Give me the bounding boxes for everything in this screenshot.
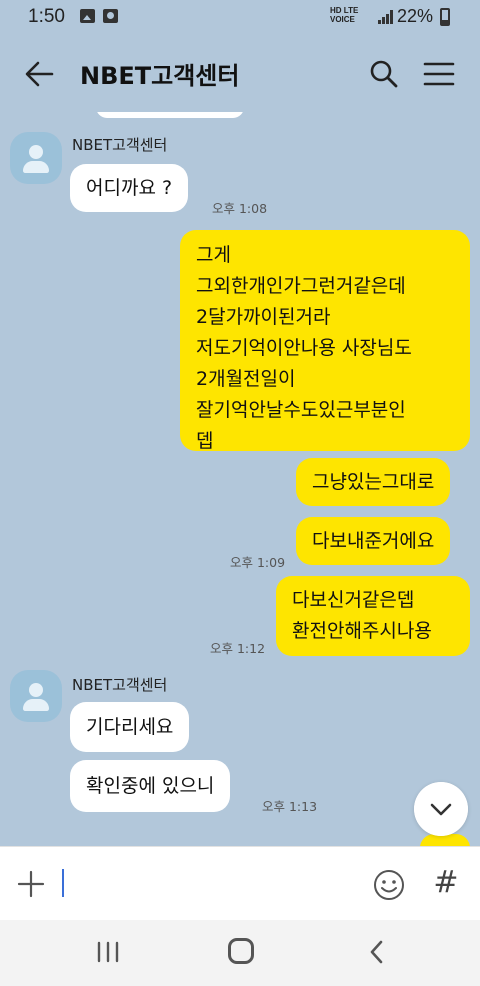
sender-name: NBET고객센터	[72, 676, 168, 694]
status-bar: 1:50 HD LTE VOICE 22%	[0, 0, 480, 36]
back-icon[interactable]	[364, 938, 390, 966]
message-time: 오후 1:08	[212, 201, 268, 216]
network-voice: VOICE	[330, 15, 355, 24]
sender-name: NBET고객센터	[72, 136, 168, 154]
previous-message-bubble	[96, 112, 244, 118]
message-bubble-incoming[interactable]: 어디까요 ?	[70, 164, 189, 212]
message-bubble-outgoing[interactable]: 그냥있는그대로	[296, 458, 451, 506]
message-bubble-outgoing[interactable]: 그게 그외한개인가그런거같은데 2달가까이된거라 저도기억이안나용 사장님도 2…	[180, 230, 470, 452]
message-time: 오후 1:12	[210, 641, 266, 656]
person-icon	[29, 683, 43, 697]
home-icon[interactable]	[228, 938, 254, 964]
text-cursor	[62, 869, 64, 897]
message-bubble-outgoing-partial	[420, 834, 470, 846]
hash-icon[interactable]: #	[432, 865, 460, 900]
menu-icon[interactable]	[422, 58, 456, 90]
search-icon[interactable]	[368, 58, 400, 90]
system-nav-bar	[0, 920, 480, 986]
notification-icons	[80, 9, 118, 23]
chat-title: NBET고객센터	[80, 62, 240, 90]
network-type: HD LTE	[330, 6, 359, 15]
message-bubble-outgoing[interactable]: 다보내준거에요	[296, 517, 451, 565]
back-arrow-icon[interactable]	[22, 58, 56, 90]
image-notification-icon	[80, 9, 95, 23]
signal-icon	[378, 10, 393, 24]
status-time: 1:50	[28, 6, 65, 27]
message-input-bar: #	[0, 846, 480, 920]
avatar[interactable]	[10, 132, 62, 184]
message-bubble-incoming[interactable]: 기다리세요	[70, 702, 190, 752]
chat-header: NBET고객센터	[0, 36, 480, 112]
network-indicator: HD LTE VOICE	[330, 6, 358, 24]
message-bubble-incoming[interactable]: 확인중에 있으니	[70, 760, 231, 812]
battery-icon	[440, 8, 450, 26]
plus-icon[interactable]	[16, 869, 46, 899]
avatar[interactable]	[10, 670, 62, 722]
app-notification-icon	[103, 9, 118, 23]
message-input[interactable]	[66, 867, 346, 901]
message-time: 오후 1:13	[262, 799, 318, 814]
person-icon	[29, 145, 43, 159]
message-time: 오후 1:09	[230, 555, 286, 570]
emoji-icon[interactable]	[372, 868, 406, 902]
recents-icon[interactable]	[94, 940, 122, 964]
battery-level: 22%	[397, 6, 434, 26]
chat-messages[interactable]: NBET고객센터 어디까요 ? 오후 1:08 그게 그외한개인가그런거같은데 …	[0, 112, 480, 846]
message-bubble-outgoing[interactable]: 다보신거같은뎁 환전안해주시나용	[276, 576, 470, 656]
chevron-down-icon[interactable]	[414, 782, 468, 836]
